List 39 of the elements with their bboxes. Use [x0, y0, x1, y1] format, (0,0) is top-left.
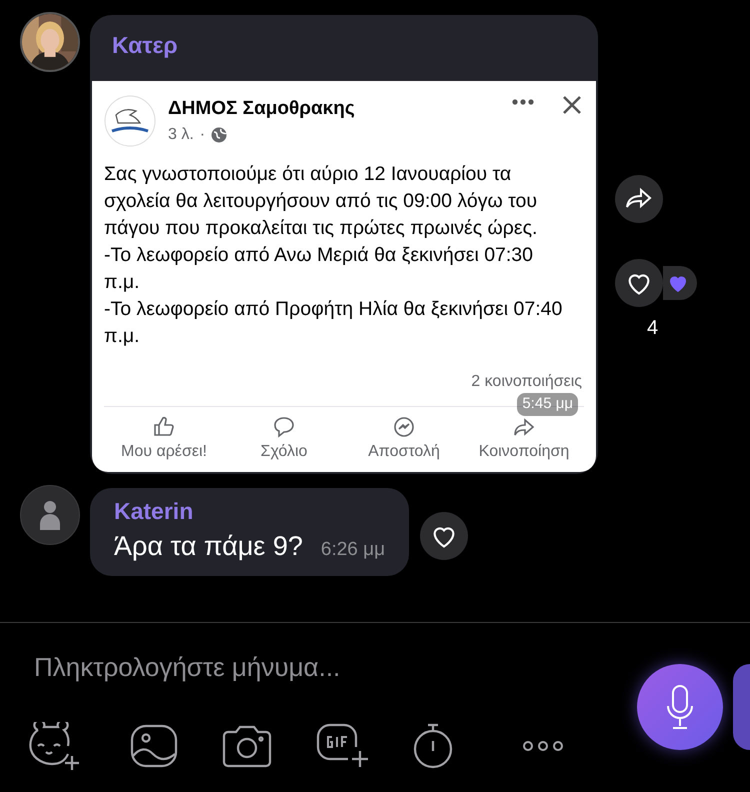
sender-name: Κατερ — [111, 31, 179, 60]
forward-button[interactable] — [615, 175, 663, 223]
separator-dot: · — [200, 125, 206, 145]
sticker-icon[interactable] — [28, 722, 80, 770]
share-count: 2 κοινοποιήσεις — [470, 372, 583, 392]
microphone-button[interactable] — [637, 664, 723, 750]
speech-bubble-icon — [272, 415, 296, 439]
post-action[interactable]: Μου αρέσει! — [121, 440, 207, 464]
message-text: Άρα τα πάμε 9? — [114, 530, 303, 563]
sender-name: Katerin — [114, 497, 194, 526]
timer-icon[interactable] — [412, 723, 454, 769]
send-button[interactable] — [733, 664, 750, 750]
more-options-icon[interactable] — [512, 99, 534, 105]
post-text: Σας γνωστοποιούμε ότι αύριο 12 Ιανουαρίου τα σχολεία θα λειτουργήσουν από τις 09:00 λόγω του πάγου που προκαλείται τις πρώτες πρωινές ώρες. — [104, 162, 538, 241]
post-action[interactable]: Κοινοποίηση — [478, 440, 570, 464]
post-text: -Το λεωφορείο από Προφήτη Ηλία θα ξεκινήσει 07:40 π.μ. — [104, 297, 564, 349]
messenger-icon — [392, 415, 416, 439]
thumbs-up-icon — [152, 415, 176, 439]
post-action[interactable]: Αποστολή — [368, 440, 440, 464]
reaction-icon — [663, 266, 697, 300]
like-button[interactable] — [420, 512, 468, 560]
page-logo-icon — [104, 95, 156, 147]
forward-arrow-icon — [625, 187, 653, 211]
page-name: ΔΗΜΟΣ Σαμοθρακης — [168, 97, 356, 121]
microphone-icon — [665, 684, 695, 730]
post-age: 3 λ. — [168, 125, 194, 145]
like-button[interactable] — [615, 259, 663, 307]
gif-icon[interactable] — [316, 723, 370, 769]
camera-icon[interactable] — [222, 724, 272, 768]
post-text: -Το λεωφορείο από Ανω Μεριά θα ξεκινήσει 07:30 π.μ. — [104, 243, 534, 295]
post-action[interactable]: Σχόλιο — [260, 440, 308, 464]
message-time: 5:45 μμ — [517, 393, 578, 416]
globe-icon — [211, 127, 228, 143]
image-icon[interactable] — [130, 724, 178, 768]
more-icon[interactable] — [522, 740, 564, 752]
reaction-count: 4 — [647, 316, 658, 341]
close-icon[interactable] — [562, 95, 582, 115]
message-field[interactable]: Πληκτρολογήστε μήνυμα... — [34, 645, 614, 689]
message-time: 6:26 μμ — [320, 538, 386, 562]
